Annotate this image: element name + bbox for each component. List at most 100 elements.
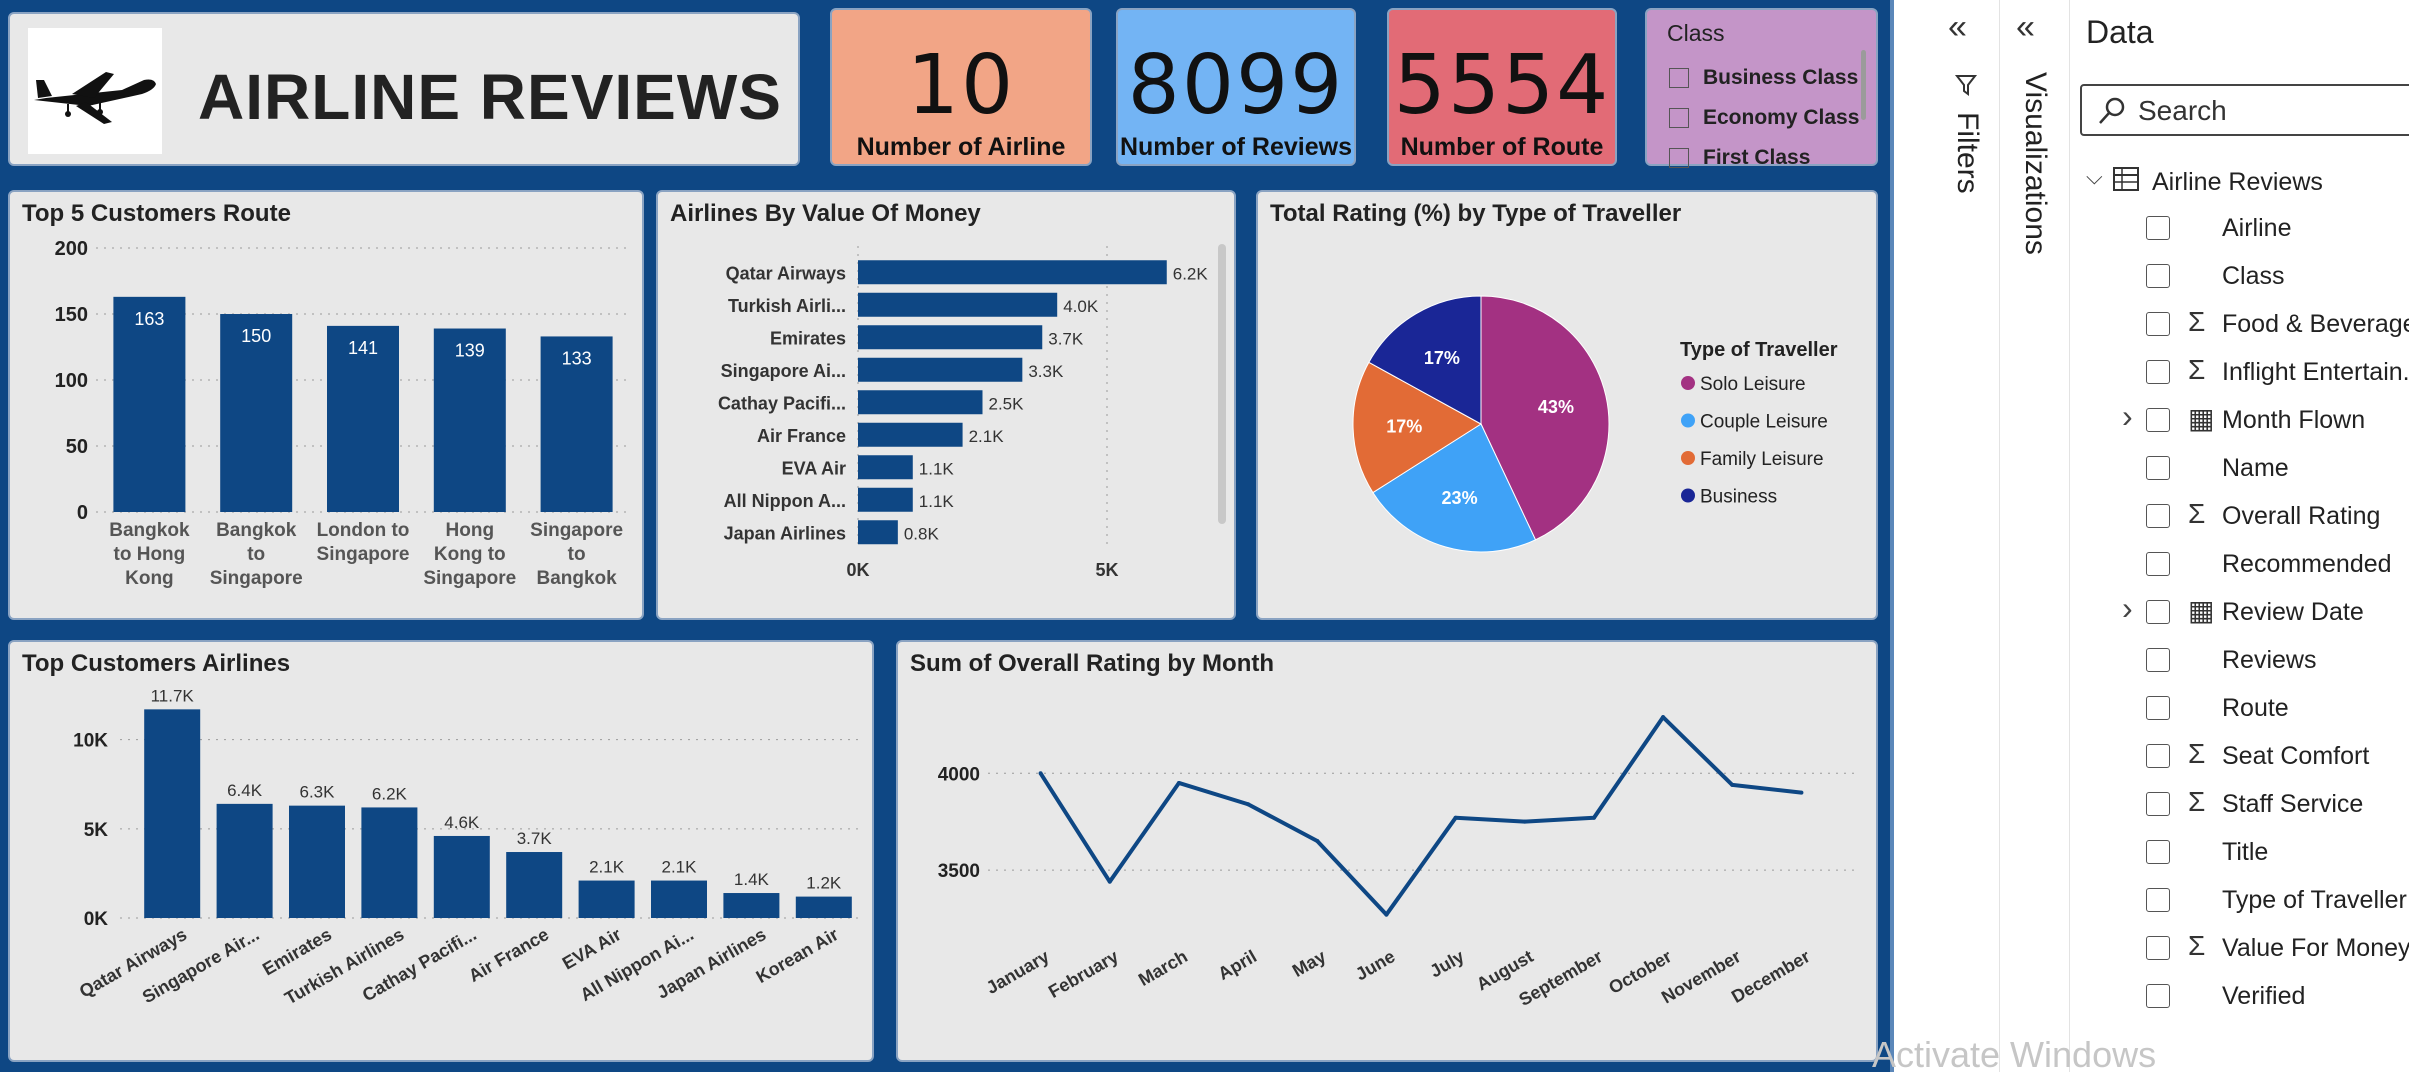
field-class[interactable]: Class [2070, 256, 2409, 296]
y-tick-label: Cathay Pacifi... [718, 393, 846, 413]
field-name: Inflight Entertain... [2222, 358, 2409, 386]
chart-value-money[interactable]: Airlines By Value Of Money Qatar Airways… [656, 190, 1236, 620]
x-tick-label: April [1215, 946, 1261, 984]
field-name[interactable]: Name [2070, 448, 2409, 488]
chevron-right-icon[interactable]: › [2122, 398, 2133, 435]
field-name: Title [2222, 838, 2269, 866]
checkbox[interactable] [2146, 984, 2170, 1008]
chart-top-airlines[interactable]: Top Customers Airlines 0K 5K 10K 11.7K Qatar… [8, 640, 874, 1062]
y-tick-label: 3500 [938, 861, 980, 882]
report-canvas: AIRLINE REVIEWS 10 Number of Airline 809… [0, 0, 1890, 1072]
expand-filters-icon[interactable]: « [1948, 8, 1967, 47]
checkbox[interactable] [1669, 68, 1689, 88]
checkbox[interactable] [2146, 696, 2170, 720]
slicer-scrollbar[interactable] [1861, 50, 1866, 120]
field-inflight-entertain[interactable]: Σ Inflight Entertain... [2070, 352, 2409, 392]
data-point [1799, 790, 1804, 795]
y-tick-label: 4000 [938, 764, 980, 785]
search-input[interactable] [2138, 94, 2398, 128]
x-tick-label: Singapore [530, 520, 623, 541]
slicer-item-business-class[interactable]: Business Class [1669, 64, 1858, 92]
data-label: 1.1K [919, 492, 955, 511]
calendar-icon: ▦ [2188, 595, 2215, 626]
chart-top-routes[interactable]: Top 5 Customers Route 0 50 100 150 200 163 Ban… [8, 190, 644, 620]
field-reviews[interactable]: Reviews [2070, 640, 2409, 680]
field-review-date[interactable]: › ▦ Review Date [2070, 590, 2409, 632]
bar [858, 520, 898, 545]
legend-title: Type of Traveller [1680, 339, 1838, 361]
chevron-right-icon[interactable]: › [2122, 590, 2133, 627]
field-name: Class [2222, 262, 2285, 290]
data-label: 6.3K [300, 783, 336, 802]
checkbox[interactable] [2146, 792, 2170, 816]
checkbox[interactable] [2146, 264, 2170, 288]
data-label: 2.5K [989, 394, 1025, 413]
checkbox[interactable] [2146, 504, 2170, 528]
field-title[interactable]: Title [2070, 832, 2409, 872]
checkbox[interactable] [2146, 408, 2170, 432]
chart-scrollbar[interactable] [1218, 244, 1226, 524]
filters-label[interactable]: Filters [1950, 112, 1984, 194]
slicer-item-first-class[interactable]: First Class [1669, 144, 1810, 172]
chevron-down-icon[interactable]: ⌵ [2086, 164, 2103, 190]
x-tick-label: London to [317, 520, 410, 541]
data-label: 2.1K [589, 858, 625, 877]
field-month-flown[interactable]: › ▦ Month Flown [2070, 398, 2409, 440]
chart-rating-by-month[interactable]: Sum of Overall Rating by Month 3500 4000 J… [896, 640, 1878, 1062]
checkbox[interactable] [2146, 840, 2170, 864]
field-food-beverages[interactable]: Σ Food & Beverages [2070, 304, 2409, 344]
chart-traveller-type[interactable]: Total Rating (%) by Type of Traveller 43… [1256, 190, 1878, 620]
field-recommended[interactable]: Recommended [2070, 544, 2409, 584]
bar [858, 357, 1023, 382]
checkbox[interactable] [2146, 744, 2170, 768]
x-tick-label: to Hong [114, 544, 186, 565]
field-airline[interactable]: Airline [2070, 208, 2409, 248]
data-point [1315, 839, 1320, 844]
x-tick-label: Kong to [434, 544, 506, 565]
field-overall-rating[interactable]: Σ Overall Rating [2070, 496, 2409, 536]
y-tick-label: Japan Airlines [724, 523, 846, 543]
data-label: 163 [134, 309, 164, 329]
visualizations-label[interactable]: Visualizations [2018, 72, 2052, 255]
field-name: Value For Money [2222, 934, 2409, 962]
data-point [1730, 782, 1735, 787]
checkbox[interactable] [2146, 936, 2170, 960]
filters-pane[interactable]: « Filters [1934, 0, 2000, 1072]
x-tick-label: February [1045, 946, 1122, 1002]
checkbox[interactable] [2146, 360, 2170, 384]
checkbox[interactable] [2146, 888, 2170, 912]
slicer-item-label: Economy Class [1703, 106, 1860, 129]
x-tick-label: July [1426, 946, 1467, 981]
field-verified[interactable]: Verified [2070, 976, 2409, 1016]
checkbox[interactable] [2146, 312, 2170, 336]
search-box[interactable] [2080, 84, 2409, 136]
bar [858, 487, 913, 512]
field-route[interactable]: Route [2070, 688, 2409, 728]
slicer-item-economy-class[interactable]: Economy Class [1669, 104, 1859, 132]
checkbox[interactable] [1669, 148, 1689, 168]
checkbox[interactable] [2146, 552, 2170, 576]
field-type-of-traveller[interactable]: Type of Traveller [2070, 880, 2409, 920]
checkbox[interactable] [2146, 600, 2170, 624]
field-value-for-money[interactable]: Σ Value For Money [2070, 928, 2409, 968]
visualizations-pane[interactable]: « Visualizations [2000, 0, 2070, 1072]
data-label: 23% [1442, 488, 1478, 508]
checkbox[interactable] [2146, 648, 2170, 672]
data-label: 150 [241, 326, 271, 346]
checkbox[interactable] [2146, 216, 2170, 240]
x-tick-label: December [1728, 946, 1813, 1007]
field-seat-comfort[interactable]: Σ Seat Comfort [2070, 736, 2409, 776]
legend-marker [1681, 488, 1695, 503]
month-line-chart: 3500 4000 JanuaryFebruary March April May June… [938, 715, 1858, 1010]
y-tick-label: All Nippon A... [724, 491, 846, 511]
sigma-icon: Σ [2188, 354, 2206, 385]
y-tick-label: 150 [55, 304, 88, 326]
expand-visualizations-icon[interactable]: « [2016, 8, 2035, 47]
search-icon [2099, 97, 2125, 124]
checkbox[interactable] [1669, 108, 1689, 128]
checkbox[interactable] [2146, 456, 2170, 480]
value-money-bar-chart: Qatar Airways 6.2K Turkish Airli... 4.0K Emi… [718, 246, 1208, 580]
table-airline-reviews[interactable]: ⌵ Airline Reviews [2070, 160, 2409, 200]
field-staff-service[interactable]: Σ Staff Service [2070, 784, 2409, 824]
data-label: 3.7K [1048, 329, 1084, 348]
